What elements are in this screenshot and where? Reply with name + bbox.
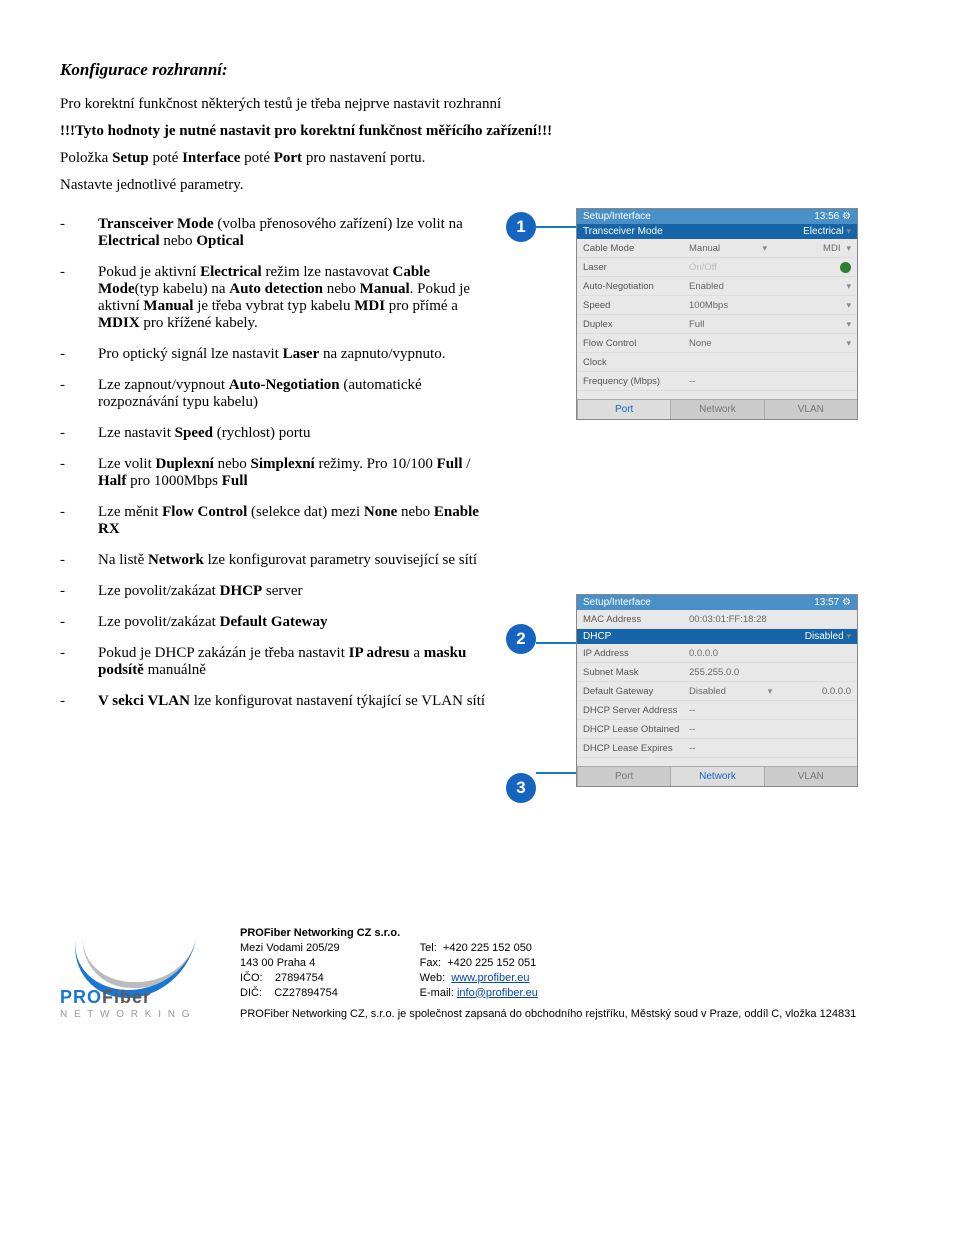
bullet-item: - Lze zapnout/vypnout Auto-Negotiation (…: [60, 377, 490, 411]
bullet-item: - Lze měnit Flow Control (selekce dat) m…: [60, 504, 490, 538]
bullet-item: - Lze nastavit Speed (rychlost) portu: [60, 425, 490, 442]
tab-bar: Port Network VLAN: [577, 766, 857, 786]
callout-badge-2: 2: [506, 624, 536, 654]
screenshot-panel-port: Setup/Interface13:56 ⚙ Transceiver ModeE…: [576, 208, 858, 420]
bullet-item: - Pokud je DHCP zakázán je třeba nastavi…: [60, 645, 490, 679]
tab-vlan[interactable]: VLAN: [764, 767, 857, 786]
bullet-item: - Transceiver Mode (volba přenosového za…: [60, 216, 490, 250]
tab-network[interactable]: Network: [670, 767, 763, 786]
footer-company: PROFiber Networking CZ s.r.o.: [240, 927, 900, 939]
tab-port[interactable]: Port: [577, 400, 670, 419]
tab-bar: Port Network VLAN: [577, 399, 857, 419]
bullet-item: - Na listě Network lze konfigurovat para…: [60, 552, 490, 569]
toggle-icon: [840, 262, 851, 273]
callout-1-row: 1 Setup/Interface13:56 ⚙ Transceiver Mod…: [506, 208, 900, 420]
callout-badge-3: 3: [506, 773, 536, 803]
bullet-item: - Lze povolit/zakázat Default Gateway: [60, 614, 490, 631]
callout-2-row: 2 3 Setup/Interface13:57 ⚙ MAC Address00…: [506, 594, 900, 803]
intro-1: Pro korektní funkčnost některých testů j…: [60, 96, 900, 113]
intro-4: Nastavte jednotlivé parametry.: [60, 177, 900, 194]
bullet-item: - Pro optický signál lze nastavit Laser …: [60, 346, 490, 363]
section-heading: Konfigurace rozhranní:: [60, 60, 900, 80]
footer-address: Mezi Vodami 205/29 143 00 Praha 4 IČO: 2…: [240, 941, 340, 1000]
intro-3: Položka Setup poté Interface poté Port p…: [60, 150, 900, 167]
bullet-list: - Transceiver Mode (volba přenosového za…: [60, 204, 490, 837]
web-link[interactable]: www.profiber.eu: [451, 972, 529, 984]
logo: PROFiber N E T W O R K I N G: [60, 930, 220, 1020]
mail-link[interactable]: info@profiber.eu: [457, 987, 538, 999]
figures-column: 1 Setup/Interface13:56 ⚙ Transceiver Mod…: [506, 204, 900, 837]
tab-vlan[interactable]: VLAN: [764, 400, 857, 419]
bullet-item: - Pokud je aktivní Electrical režim lze …: [60, 264, 490, 332]
bullet-item: - Lze povolit/zakázat DHCP server: [60, 583, 490, 600]
page-footer: PROFiber N E T W O R K I N G PROFiber Ne…: [60, 927, 900, 1020]
tab-network[interactable]: Network: [670, 400, 763, 419]
callout-badge-1: 1: [506, 212, 536, 242]
bullet-item: - Lze volit Duplexní nebo Simplexní reži…: [60, 456, 490, 490]
screenshot-panel-network: Setup/Interface13:57 ⚙ MAC Address00:03:…: [576, 594, 858, 787]
footer-legal: PROFiber Networking CZ, s.r.o. je společ…: [240, 1008, 900, 1020]
bullet-item: - V sekci VLAN lze konfigurovat nastaven…: [60, 693, 490, 710]
tab-port[interactable]: Port: [577, 767, 670, 786]
footer-contact: Tel: +420 225 152 050 Fax: +420 225 152 …: [420, 941, 538, 1000]
intro-2: !!!Tyto hodnoty je nutné nastavit pro ko…: [60, 123, 900, 140]
